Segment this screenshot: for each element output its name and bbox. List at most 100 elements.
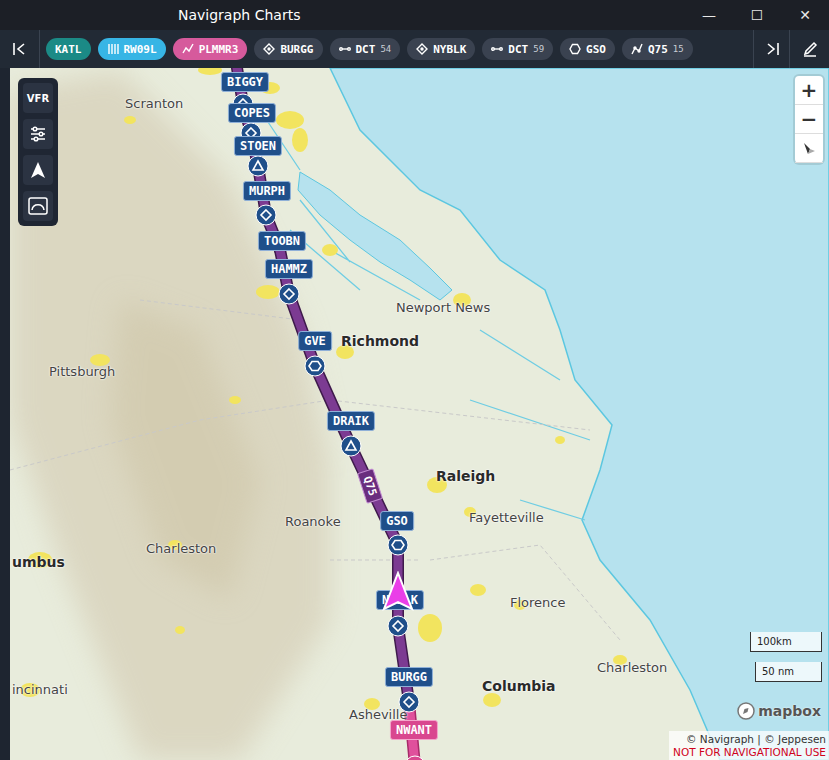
map-tools-panel: VFR (18, 78, 58, 226)
route-chip[interactable]: Q7515 (622, 38, 693, 60)
waypoint-label[interactable]: DRAIK (327, 411, 375, 431)
city-label: Fayetteville (469, 510, 544, 525)
city-label: Roanoke (285, 514, 341, 529)
flight-profile-icon (28, 197, 48, 215)
procedure-icon (182, 43, 194, 55)
urban-area (124, 116, 136, 124)
app-window: Navigraph Charts—☐✕ KATL RW09L PLMMR3 BURGG D… (0, 0, 829, 760)
north-tool-button[interactable] (23, 155, 53, 185)
fix-waypoint-icon[interactable] (255, 204, 277, 226)
zoom-panel: +− (795, 76, 823, 163)
city-label: umbus (12, 554, 65, 570)
window-control-button[interactable]: — (685, 0, 733, 30)
direct-icon (491, 43, 503, 55)
city-label: Charleston (146, 541, 216, 556)
urban-area (175, 626, 185, 634)
jump-start-icon (12, 42, 28, 56)
route-chip[interactable]: DCT54 (330, 38, 401, 60)
route-chip[interactable]: BURGG (254, 38, 322, 60)
route-chip[interactable]: RW09L (98, 38, 166, 60)
chip-count: 59 (533, 44, 544, 54)
city-label: Pittsburgh (49, 364, 115, 379)
edit-route-button[interactable] (789, 30, 829, 68)
waypoint-label[interactable]: TOOBN (258, 231, 306, 251)
airway-icon (631, 43, 643, 55)
city-label: Charleston (597, 660, 667, 675)
credits-text[interactable]: © Navigraph | © Jeppesen (686, 733, 826, 746)
collapse-left-button[interactable] (0, 30, 40, 68)
urban-area (229, 396, 241, 404)
vor-waypoint-icon[interactable] (387, 534, 409, 556)
route-chip[interactable]: KATL (46, 38, 91, 60)
route-leg (398, 626, 409, 702)
urban-area (276, 111, 304, 129)
vor-icon (569, 43, 581, 55)
urban-area (483, 693, 501, 707)
fix-waypoint-icon[interactable] (278, 283, 300, 305)
chip-count: 54 (380, 44, 391, 54)
north-up-icon (29, 161, 47, 179)
window-control-button[interactable]: ✕ (781, 0, 829, 30)
urban-area (198, 68, 222, 75)
city-label: incinnati (12, 682, 68, 697)
city-label: Newport News (396, 300, 490, 315)
route-bar: KATL RW09L PLMMR3 BURGG DCT54 NYBLK DCT59 GSO Q7… (0, 30, 829, 68)
map[interactable]: Scranton Newport News Richmond Pittsburgh Ra… (10, 68, 829, 760)
triangle-waypoint-icon[interactable] (340, 435, 362, 457)
waypoint-label[interactable]: BURGG (385, 667, 433, 687)
city-label: Richmond (341, 333, 419, 349)
runway-icon (107, 43, 119, 55)
fix-waypoint-icon[interactable] (404, 755, 426, 760)
compass-icon (801, 140, 817, 156)
waypoint-label[interactable]: GVE (298, 331, 332, 351)
route-chip[interactable]: NYBLK (407, 38, 475, 60)
waypoint-icon (263, 43, 275, 55)
route-chip[interactable]: PLMMR3 (173, 38, 248, 60)
route-chip[interactable]: DCT59 (482, 38, 553, 60)
waypoint-label[interactable]: BIGGY (221, 72, 269, 92)
triangle-waypoint-icon[interactable] (247, 155, 269, 177)
waypoint-label[interactable]: HAMMZ (265, 259, 313, 279)
vor-waypoint-icon[interactable] (304, 355, 326, 377)
route-chip[interactable]: GSO (560, 38, 615, 60)
route-leg (315, 366, 351, 446)
sliders-tool-button[interactable] (23, 119, 53, 149)
scale-bar-nm: 50 nm (755, 662, 822, 682)
fix-waypoint-icon[interactable] (387, 615, 409, 637)
urban-area (322, 244, 338, 256)
window-title: Navigraph Charts (178, 7, 685, 23)
text-tool-button[interactable]: VFR (23, 83, 53, 113)
waypoint-label[interactable]: GSO (380, 511, 414, 531)
settings-sliders-icon (29, 125, 47, 143)
attribution: © Navigraph | © JeppesenNOT FOR NAVIGATI… (669, 731, 829, 760)
sidebar-edge (0, 68, 10, 760)
map-row: Scranton Newport News Richmond Pittsburgh Ra… (0, 68, 829, 760)
mapbox-logo: mapbox (737, 702, 821, 720)
city-label: Raleigh (436, 468, 495, 484)
jump-end-button[interactable] (753, 30, 789, 68)
map-base-icon (10, 68, 829, 760)
pencil-icon (802, 41, 818, 57)
route-chip-list: KATL RW09L PLMMR3 BURGG DCT54 NYBLK DCT59 GSO Q7… (40, 38, 753, 60)
zoom-button[interactable]: + (795, 76, 823, 105)
window-control-button[interactable]: ☐ (733, 0, 781, 30)
waypoint-label[interactable]: COPES (228, 103, 276, 123)
chip-count: 15 (673, 44, 684, 54)
route-leg (289, 294, 315, 366)
waypoint-label[interactable]: STOEN (234, 136, 282, 156)
city-label: Scranton (125, 96, 183, 111)
waypoint-icon (416, 43, 428, 55)
curve-tool-button[interactable] (23, 191, 53, 221)
title-bar: Navigraph Charts—☐✕ (0, 0, 829, 30)
urban-area (292, 128, 308, 152)
navigation-warning: NOT FOR NAVIGATIONAL USE (673, 746, 826, 759)
direct-icon (339, 43, 351, 55)
city-label: Florence (510, 595, 566, 610)
waypoint-label[interactable]: MURPH (243, 181, 291, 201)
compass-button[interactable] (795, 134, 823, 163)
fix-waypoint-icon[interactable] (398, 691, 420, 713)
city-label: Columbia (482, 678, 556, 694)
waypoint-label[interactable]: NWANT (390, 720, 438, 740)
zoom-button[interactable]: − (795, 105, 823, 134)
urban-area (470, 584, 486, 596)
